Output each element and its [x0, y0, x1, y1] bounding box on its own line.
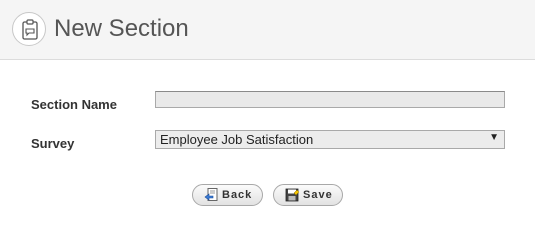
survey-selected-value: Employee Job Satisfaction	[160, 132, 314, 147]
page-title: New Section	[54, 15, 189, 42]
section-name-label: Section Name	[31, 97, 117, 112]
section-name-input[interactable]	[155, 91, 505, 108]
back-page-icon	[204, 188, 219, 205]
save-button[interactable]: Save	[273, 184, 343, 206]
clipboard-icon	[12, 12, 46, 46]
dropdown-arrow-icon: ▼	[489, 132, 499, 143]
back-button-label: Back	[222, 189, 253, 201]
save-button-label: Save	[303, 189, 333, 201]
survey-select[interactable]: Employee Job Satisfaction ▼	[155, 130, 505, 149]
back-button[interactable]: Back	[192, 184, 263, 206]
survey-label: Survey	[31, 136, 75, 151]
page-header: New Section	[0, 0, 535, 60]
floppy-disk-icon	[285, 188, 300, 205]
